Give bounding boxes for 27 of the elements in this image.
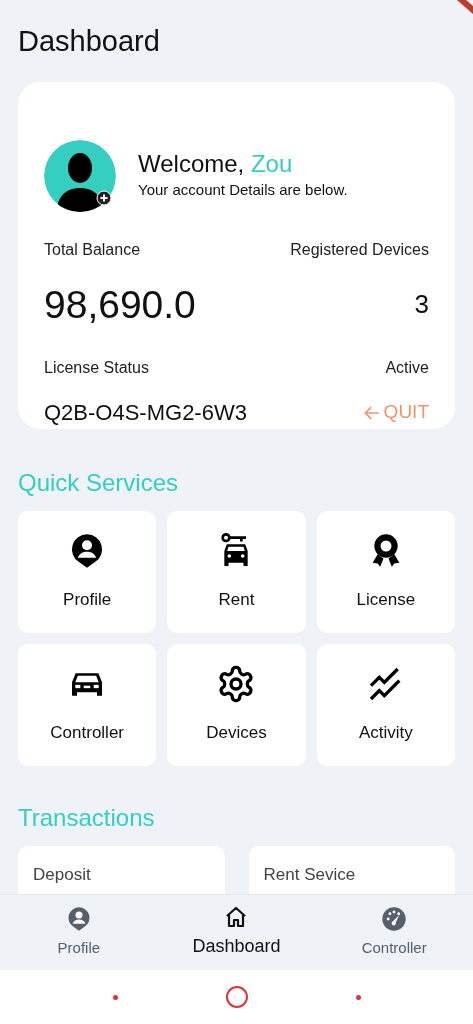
nav-item[interactable]: Controller [334,905,455,960]
welcome-text: Welcome, Zou [138,149,294,180]
license-status: Active [385,358,429,378]
nav-item[interactable]: Dashboard [176,905,297,960]
devices-count: 3 [414,288,429,322]
transaction-card[interactable]: Deposit [18,846,225,894]
gauge-icon [380,905,409,934]
balance-value: 98,690.0 [44,281,196,328]
license-label: License Status [44,358,149,378]
devices-label: Registered Devices [290,239,429,260]
service-tile[interactable]: Devices [167,644,306,766]
service-tile[interactable]: License [316,511,455,633]
license-key: Q2B-O4S-MG2-6W3 [44,396,247,429]
page-title: Dashboard [18,24,160,59]
section-heading: Quick Services [18,468,179,498]
nav-item[interactable]: Profile [18,905,139,960]
transaction-title: Rent Sevice [263,865,356,884]
service-tile[interactable]: Rent [167,511,306,633]
service-tile[interactable]: Activity [316,644,455,766]
account-subtitle: Your account Details are below. [138,180,348,201]
transaction-card[interactable]: Rent Sevice [248,846,455,894]
add-badge-icon [96,189,112,206]
service-tile[interactable]: Controller [18,644,157,766]
balance-label: Total Balance [44,239,141,260]
section-heading: Transactions [18,803,155,833]
service-tile[interactable]: Profile [18,511,157,633]
transaction-title: Deposit [33,865,91,884]
